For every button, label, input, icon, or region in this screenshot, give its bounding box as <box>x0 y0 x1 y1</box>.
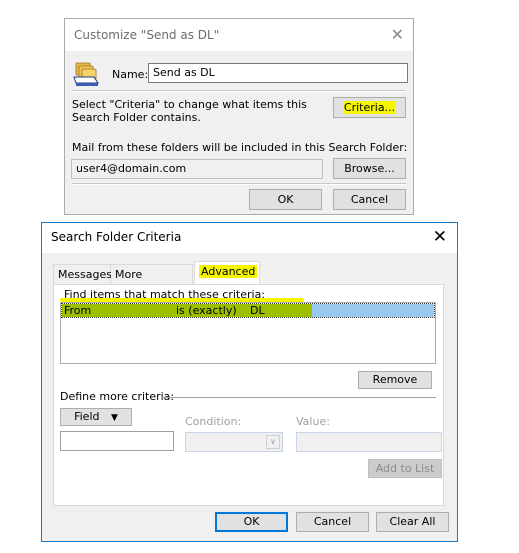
criteria-titlebar: Search Folder Criteria ✕ <box>42 223 457 253</box>
define-more-label: Define more criteria: <box>60 390 175 403</box>
close-icon[interactable]: ✕ <box>433 227 447 247</box>
ok-button[interactable]: OK <box>215 512 288 532</box>
separator <box>72 183 406 185</box>
condition-select[interactable]: ∨ <box>185 432 283 452</box>
separator <box>72 90 406 92</box>
chevron-down-icon: ∨ <box>266 435 280 449</box>
criteria-button[interactable]: Criteria... <box>333 97 406 118</box>
tab-advanced[interactable]: Advanced <box>194 261 260 284</box>
folders-field: user4@domain.com <box>71 159 323 179</box>
search-folder-icon <box>72 59 100 87</box>
customize-dialog: Customize "Send as DL" ✕ Name: Send as D… <box>64 18 414 215</box>
field-input[interactable] <box>60 431 174 451</box>
field-button-label: Field <box>74 410 100 423</box>
tab-more-choices[interactable]: More Choices <box>111 264 193 300</box>
name-input[interactable]: Send as DL <box>148 63 408 83</box>
criteria-row-field: From <box>64 304 92 317</box>
cancel-button[interactable]: Cancel <box>333 189 406 210</box>
ok-button[interactable]: OK <box>249 189 322 210</box>
browse-button[interactable]: Browse... <box>333 158 406 179</box>
condition-label: Condition: <box>185 415 242 428</box>
separator <box>162 397 436 398</box>
close-icon[interactable]: ✕ <box>391 25 404 44</box>
add-to-list-button[interactable]: Add to List <box>368 459 442 478</box>
criteria-hint-line2: Search Folder contains. <box>72 111 201 124</box>
criteria-row-value: DL <box>250 304 265 317</box>
criteria-hint-line1: Select "Criteria" to change what items t… <box>72 98 307 111</box>
customize-dialog-title: Customize "Send as DL" <box>74 28 220 42</box>
value-label: Value: <box>296 415 330 428</box>
advanced-panel: Find items that match these criteria: Fr… <box>53 284 444 506</box>
folders-label: Mail from these folders will be included… <box>72 141 408 154</box>
dropdown-arrow-icon: ▼ <box>110 413 118 423</box>
clear-all-button[interactable]: Clear All <box>376 512 449 532</box>
search-folder-criteria-dialog: Search Folder Criteria ✕ Messages More C… <box>41 222 458 542</box>
tab-messages[interactable]: Messages <box>53 264 112 284</box>
criteria-list[interactable]: From is (exactly) DL <box>60 302 436 364</box>
tab-advanced-label: Advanced <box>199 265 258 278</box>
criteria-button-label: Criteria... <box>343 101 396 114</box>
customize-titlebar: Customize "Send as DL" ✕ <box>65 19 413 51</box>
criteria-dialog-title: Search Folder Criteria <box>51 230 182 244</box>
name-label: Name: <box>112 68 149 81</box>
criteria-row[interactable]: From is (exactly) DL <box>61 303 435 318</box>
criteria-hint: Select "Criteria" to change what items t… <box>72 98 307 124</box>
remove-button[interactable]: Remove <box>358 371 432 389</box>
cancel-button[interactable]: Cancel <box>296 512 369 532</box>
field-button[interactable]: Field ▼ <box>60 408 132 426</box>
criteria-row-condition: is (exactly) <box>176 304 237 317</box>
value-input[interactable] <box>296 432 442 452</box>
